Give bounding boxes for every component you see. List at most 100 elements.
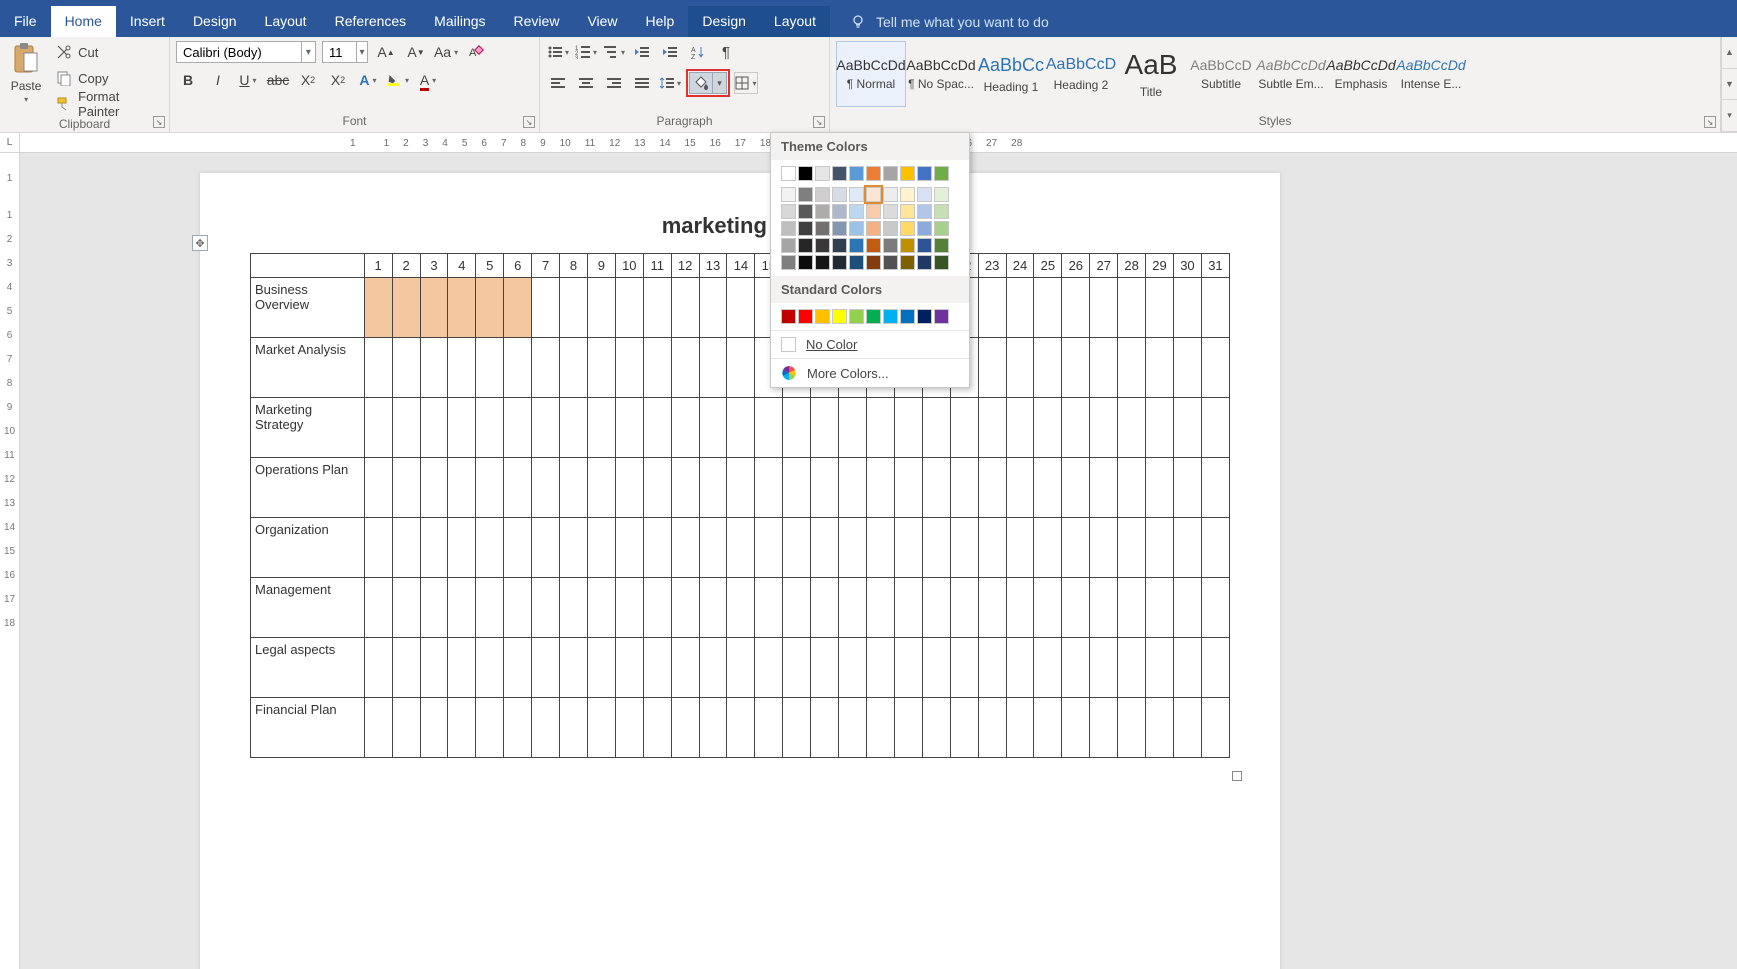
- text-effects-button[interactable]: A: [356, 69, 380, 91]
- day-cell[interactable]: [699, 458, 727, 518]
- day-cell[interactable]: [615, 458, 643, 518]
- day-cell[interactable]: [420, 338, 448, 398]
- day-cell[interactable]: [420, 458, 448, 518]
- color-swatch[interactable]: [866, 166, 881, 181]
- tab-file[interactable]: File: [0, 6, 51, 37]
- day-cell[interactable]: [811, 638, 839, 698]
- color-swatch[interactable]: [849, 238, 864, 253]
- day-cell[interactable]: [1034, 638, 1062, 698]
- day-cell[interactable]: [1006, 458, 1034, 518]
- color-swatch[interactable]: [849, 204, 864, 219]
- day-cell[interactable]: [699, 278, 727, 338]
- day-header[interactable]: 25: [1034, 254, 1062, 278]
- day-cell[interactable]: [448, 698, 476, 758]
- day-cell[interactable]: [894, 578, 922, 638]
- day-cell[interactable]: [1118, 398, 1146, 458]
- day-header[interactable]: 12: [671, 254, 699, 278]
- day-cell[interactable]: [755, 458, 783, 518]
- day-cell[interactable]: [560, 698, 588, 758]
- day-cell[interactable]: [1146, 578, 1174, 638]
- day-cell[interactable]: [532, 338, 560, 398]
- day-cell[interactable]: [727, 518, 755, 578]
- color-swatch[interactable]: [815, 187, 830, 202]
- day-cell[interactable]: [1173, 278, 1201, 338]
- day-cell[interactable]: [420, 578, 448, 638]
- day-cell[interactable]: [504, 398, 532, 458]
- day-cell[interactable]: [1146, 398, 1174, 458]
- color-swatch[interactable]: [900, 187, 915, 202]
- day-cell[interactable]: [1006, 698, 1034, 758]
- style-tile-4[interactable]: AaBTitle: [1116, 41, 1186, 107]
- day-cell[interactable]: [783, 578, 811, 638]
- styles-scroll-down[interactable]: ▼: [1722, 69, 1737, 101]
- day-cell[interactable]: [364, 518, 392, 578]
- task-cell[interactable]: Financial Plan: [251, 698, 365, 758]
- day-cell[interactable]: [783, 398, 811, 458]
- tab-help[interactable]: Help: [632, 6, 689, 37]
- day-cell[interactable]: [727, 578, 755, 638]
- day-cell[interactable]: [1006, 398, 1034, 458]
- day-cell[interactable]: [1201, 518, 1229, 578]
- day-cell[interactable]: [978, 458, 1006, 518]
- subscript-button[interactable]: X2: [296, 69, 320, 91]
- day-header[interactable]: 1: [364, 254, 392, 278]
- day-cell[interactable]: [392, 398, 420, 458]
- day-cell[interactable]: [532, 698, 560, 758]
- day-cell[interactable]: [1201, 338, 1229, 398]
- color-swatch[interactable]: [900, 238, 915, 253]
- day-cell[interactable]: [560, 398, 588, 458]
- tab-review[interactable]: Review: [500, 6, 574, 37]
- color-swatch[interactable]: [866, 238, 881, 253]
- day-cell[interactable]: [532, 578, 560, 638]
- day-cell[interactable]: [839, 458, 867, 518]
- tab-design[interactable]: Design: [179, 6, 251, 37]
- day-header[interactable]: 4: [448, 254, 476, 278]
- day-cell[interactable]: [643, 578, 671, 638]
- day-cell[interactable]: [392, 578, 420, 638]
- day-cell[interactable]: [1090, 638, 1118, 698]
- color-swatch[interactable]: [798, 166, 813, 181]
- day-cell[interactable]: [922, 638, 950, 698]
- color-swatch[interactable]: [815, 204, 830, 219]
- day-cell[interactable]: [560, 638, 588, 698]
- day-cell[interactable]: [922, 458, 950, 518]
- color-swatch[interactable]: [866, 204, 881, 219]
- color-swatch[interactable]: [934, 204, 949, 219]
- justify-button[interactable]: [630, 72, 654, 94]
- day-cell[interactable]: [950, 698, 978, 758]
- font-launcher[interactable]: ↘: [523, 116, 535, 128]
- day-cell[interactable]: [699, 578, 727, 638]
- day-cell[interactable]: [392, 338, 420, 398]
- color-swatch[interactable]: [832, 204, 847, 219]
- color-swatch[interactable]: [781, 204, 796, 219]
- day-cell[interactable]: [1173, 578, 1201, 638]
- table-row[interactable]: Organization: [251, 518, 1230, 578]
- color-swatch[interactable]: [815, 309, 830, 324]
- day-cell[interactable]: [615, 698, 643, 758]
- day-cell[interactable]: [727, 278, 755, 338]
- day-header[interactable]: 24: [1006, 254, 1034, 278]
- day-cell[interactable]: [671, 458, 699, 518]
- color-swatch[interactable]: [900, 166, 915, 181]
- day-cell[interactable]: [615, 578, 643, 638]
- day-cell[interactable]: [1118, 638, 1146, 698]
- day-cell[interactable]: [1118, 458, 1146, 518]
- day-cell[interactable]: [392, 518, 420, 578]
- day-cell[interactable]: [476, 578, 504, 638]
- day-cell[interactable]: [755, 518, 783, 578]
- day-cell[interactable]: [560, 578, 588, 638]
- table-row[interactable]: Legal aspects: [251, 638, 1230, 698]
- day-cell[interactable]: [1090, 578, 1118, 638]
- day-cell[interactable]: [1173, 458, 1201, 518]
- day-cell[interactable]: [1090, 518, 1118, 578]
- tab-insert[interactable]: Insert: [116, 6, 179, 37]
- color-swatch[interactable]: [781, 309, 796, 324]
- day-cell[interactable]: [727, 638, 755, 698]
- day-cell[interactable]: [448, 458, 476, 518]
- day-header[interactable]: 31: [1201, 254, 1229, 278]
- day-cell[interactable]: [448, 278, 476, 338]
- day-cell[interactable]: [560, 278, 588, 338]
- day-header[interactable]: 8: [560, 254, 588, 278]
- styles-expand[interactable]: ▾: [1722, 100, 1737, 132]
- day-cell[interactable]: [1090, 278, 1118, 338]
